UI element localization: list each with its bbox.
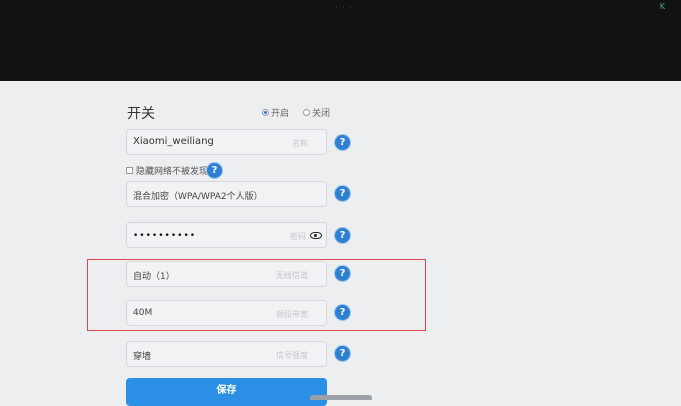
signal-strength-placeholder: 信号强度: [276, 351, 308, 360]
bandwidth-value: 40M: [133, 308, 153, 318]
encryption-value: 混合加密（WPA/WPA2个人版）: [133, 192, 263, 202]
bandwidth-placeholder: 频段带宽: [276, 310, 308, 319]
help-icon-bandwidth[interactable]: ?: [335, 305, 350, 320]
help-icon-signal[interactable]: ?: [335, 346, 350, 361]
help-icon-hide[interactable]: ?: [207, 163, 222, 178]
bottom-overlay-strip: [310, 395, 372, 400]
radio-on-label: 开启: [271, 109, 290, 119]
channel-value: 自动（1）: [133, 272, 175, 282]
window-dots: · · ·: [335, 3, 353, 12]
wifi-switch-title: 开关: [127, 106, 155, 122]
encryption-select[interactable]: 混合加密（WPA/WPA2个人版）: [126, 181, 327, 207]
ssid-value: Xiaomi_weiliang: [133, 136, 214, 147]
save-button[interactable]: 保存: [126, 378, 327, 406]
hide-network-label: 隐藏网络不被发现: [136, 167, 209, 177]
help-icon-password[interactable]: ?: [335, 228, 350, 243]
ssid-placeholder: 名称: [292, 139, 308, 148]
radio-off-dot[interactable]: [303, 109, 310, 116]
password-placeholder: 密码: [290, 232, 306, 241]
radio-on-dot[interactable]: [262, 109, 269, 116]
channel-select[interactable]: 自动（1） 无线信道: [126, 261, 327, 287]
help-icon-encryption[interactable]: ?: [335, 186, 350, 201]
help-icon-ssid[interactable]: ?: [335, 135, 350, 150]
top-dark-bar: · · · K: [0, 0, 681, 81]
help-icon-channel[interactable]: ?: [335, 266, 350, 281]
hide-network-row[interactable]: 隐藏网络不被发现: [126, 164, 208, 177]
bandwidth-select[interactable]: 40M 频段带宽: [126, 300, 327, 326]
radio-on[interactable]: 开启: [262, 106, 289, 119]
signal-strength-value: 穿墙: [133, 352, 152, 362]
corner-mark: K: [659, 2, 665, 11]
eye-icon[interactable]: [310, 232, 322, 239]
radio-off[interactable]: 关闭: [303, 106, 330, 119]
password-field[interactable]: •••••••••• 密码: [126, 222, 327, 248]
ssid-field[interactable]: Xiaomi_weiliang 名称: [126, 129, 327, 155]
hide-network-checkbox[interactable]: [126, 167, 133, 174]
radio-off-label: 关闭: [312, 109, 331, 119]
channel-placeholder: 无线信道: [276, 271, 308, 280]
password-value: ••••••••••: [133, 231, 197, 241]
signal-strength-select[interactable]: 穿墙 信号强度: [126, 341, 327, 367]
